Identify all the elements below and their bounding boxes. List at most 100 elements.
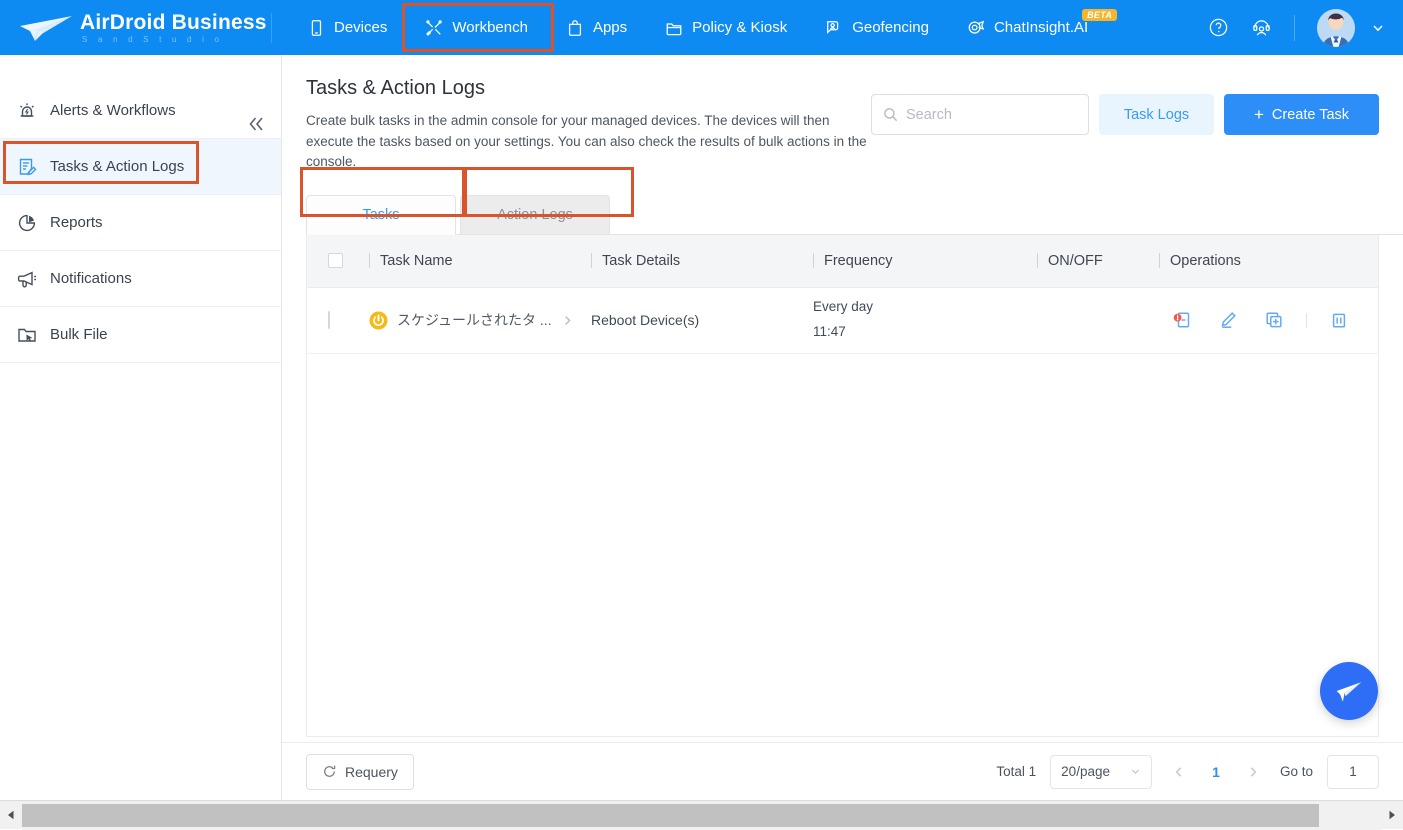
- col-header-operations: Operations: [1159, 234, 1378, 287]
- row-select-cell: [307, 312, 369, 328]
- goto-label: Go to: [1280, 764, 1313, 779]
- col-label-task-details: Task Details: [602, 253, 680, 269]
- tab-tasks[interactable]: Tasks: [306, 195, 456, 235]
- sidebar-label-tasks-action-logs: Tasks & Action Logs: [50, 158, 184, 175]
- horizontal-scrollbar[interactable]: [0, 800, 1403, 829]
- scroll-left-button[interactable]: [0, 801, 22, 830]
- page-description: Create bulk tasks in the admin console f…: [306, 111, 871, 173]
- tasks-table: Task Name Task Details Frequency ON/OFF …: [306, 235, 1379, 737]
- cell-task-details: Reboot Device(s): [591, 312, 813, 328]
- nav-item-chatinsight-ai[interactable]: ChatInsight.AI BETA: [948, 0, 1107, 55]
- alarm-icon: [16, 100, 38, 122]
- pie-chart-icon: [16, 212, 38, 234]
- cell-frequency: Every day 11:47: [813, 295, 1037, 345]
- brand-subtitle: S a n d S t u d i o: [80, 36, 267, 44]
- page-title: Tasks & Action Logs: [306, 77, 871, 100]
- nav-label-policy-kiosk: Policy & Kiosk: [692, 19, 787, 36]
- paper-plane-icon: [1334, 676, 1364, 706]
- col-header-on-off: ON/OFF: [1037, 234, 1159, 287]
- page-size-value: 20/page: [1061, 764, 1110, 779]
- sidebar-item-notifications[interactable]: Notifications: [0, 251, 281, 307]
- tools-icon: [425, 19, 443, 37]
- nav-label-apps: Apps: [593, 19, 627, 36]
- avatar[interactable]: [1317, 9, 1355, 47]
- sidebar-item-bulk-file[interactable]: Bulk File: [0, 307, 281, 363]
- goto-page-input[interactable]: [1327, 755, 1379, 789]
- search-box[interactable]: [871, 94, 1089, 135]
- select-all-checkbox[interactable]: [328, 253, 343, 268]
- tab-action-logs[interactable]: Action Logs: [460, 195, 610, 235]
- help-circle-icon[interactable]: [1208, 17, 1229, 38]
- brand-name: AirDroid Business: [80, 12, 267, 33]
- refresh-icon: [322, 764, 337, 779]
- triangle-right-icon: [1388, 810, 1396, 820]
- create-task-button[interactable]: + Create Task: [1224, 94, 1379, 135]
- notify-device-icon: [1172, 310, 1192, 330]
- nav-label-geofencing: Geofencing: [852, 19, 929, 36]
- duplicate-button[interactable]: [1251, 310, 1297, 330]
- prev-page-button[interactable]: [1166, 759, 1192, 785]
- search-input[interactable]: [906, 107, 1077, 123]
- chevron-right-icon[interactable]: [561, 314, 574, 327]
- brand-logo-area[interactable]: AirDroid Business S a n d S t u d i o: [0, 0, 272, 55]
- row-checkbox[interactable]: [328, 311, 330, 329]
- scroll-right-button[interactable]: [1381, 801, 1403, 830]
- app-bag-icon: [566, 19, 584, 37]
- task-logs-button[interactable]: Task Logs: [1099, 94, 1214, 135]
- edit-button[interactable]: [1205, 310, 1251, 330]
- sidebar-item-alerts-workflows[interactable]: Alerts & Workflows: [0, 83, 281, 139]
- column-divider: [591, 253, 592, 268]
- triangle-left-icon: [7, 810, 15, 820]
- page-header-actions: Task Logs + Create Task: [871, 77, 1379, 173]
- chevron-down-icon[interactable]: [1371, 21, 1385, 35]
- plus-icon: +: [1254, 106, 1264, 123]
- chat-fab-button[interactable]: [1320, 662, 1378, 720]
- column-divider: [1037, 253, 1038, 268]
- folder-cursor-icon: [16, 324, 38, 346]
- power-icon: [369, 311, 388, 330]
- requery-button[interactable]: Requery: [306, 754, 414, 790]
- sidebar-item-reports[interactable]: Reports: [0, 195, 281, 251]
- page-number-1[interactable]: 1: [1206, 764, 1226, 780]
- nav-item-workbench[interactable]: Workbench: [406, 0, 547, 55]
- frequency-line-2: 11:47: [813, 320, 1037, 345]
- pagination: Total 1 20/page 1 Go to: [996, 755, 1379, 789]
- nav-item-apps[interactable]: Apps: [547, 0, 646, 55]
- delete-button[interactable]: [1316, 310, 1362, 330]
- toggle-knob: [1017, 322, 1035, 340]
- total-count: Total 1: [996, 764, 1036, 779]
- table-row[interactable]: スケジュールされたタ ... Reboot Device(s) Every da…: [307, 288, 1378, 354]
- column-divider: [369, 253, 370, 268]
- nav-item-policy-kiosk[interactable]: Policy & Kiosk: [646, 0, 806, 55]
- brand-divider: [271, 13, 272, 43]
- task-edit-icon: [16, 156, 38, 178]
- nav-item-devices[interactable]: Devices: [288, 0, 406, 55]
- paper-plane-icon: [18, 13, 76, 43]
- support-agent-icon[interactable]: [1251, 17, 1272, 38]
- copy-add-icon: [1264, 310, 1284, 330]
- tab-bar: Tasks Action Logs: [306, 191, 1403, 235]
- beta-badge: BETA: [1082, 9, 1117, 21]
- sidebar-item-tasks-action-logs[interactable]: Tasks & Action Logs: [0, 139, 281, 195]
- scrollbar-thumb[interactable]: [22, 804, 1319, 827]
- main-nav: Devices Workbench Apps Policy & Kio: [288, 0, 1107, 55]
- sidebar: Alerts & Workflows Tasks & Action Logs R…: [0, 55, 282, 800]
- col-label-frequency: Frequency: [824, 253, 893, 269]
- nav-item-geofencing[interactable]: Geofencing: [806, 0, 948, 55]
- next-page-button[interactable]: [1240, 759, 1266, 785]
- col-header-frequency: Frequency: [813, 234, 1037, 287]
- scrollbar-track[interactable]: [22, 801, 1381, 830]
- main-content: Tasks & Action Logs Create bulk tasks in…: [282, 55, 1403, 800]
- tab-tasks-label: Tasks: [362, 207, 399, 223]
- folder-icon: [665, 19, 683, 37]
- sidebar-menu: Alerts & Workflows Tasks & Action Logs R…: [0, 55, 281, 363]
- chevron-right-icon: [1247, 766, 1259, 778]
- topbar-divider: [1294, 15, 1295, 41]
- topbar-right-actions: [1208, 0, 1403, 55]
- page-size-select[interactable]: 20/page: [1050, 755, 1152, 789]
- frequency-line-1: Every day: [813, 295, 1037, 320]
- requery-label: Requery: [345, 764, 398, 780]
- notify-device-button[interactable]: [1159, 310, 1205, 330]
- cell-operations: [1159, 310, 1378, 330]
- chevron-left-icon: [1173, 766, 1185, 778]
